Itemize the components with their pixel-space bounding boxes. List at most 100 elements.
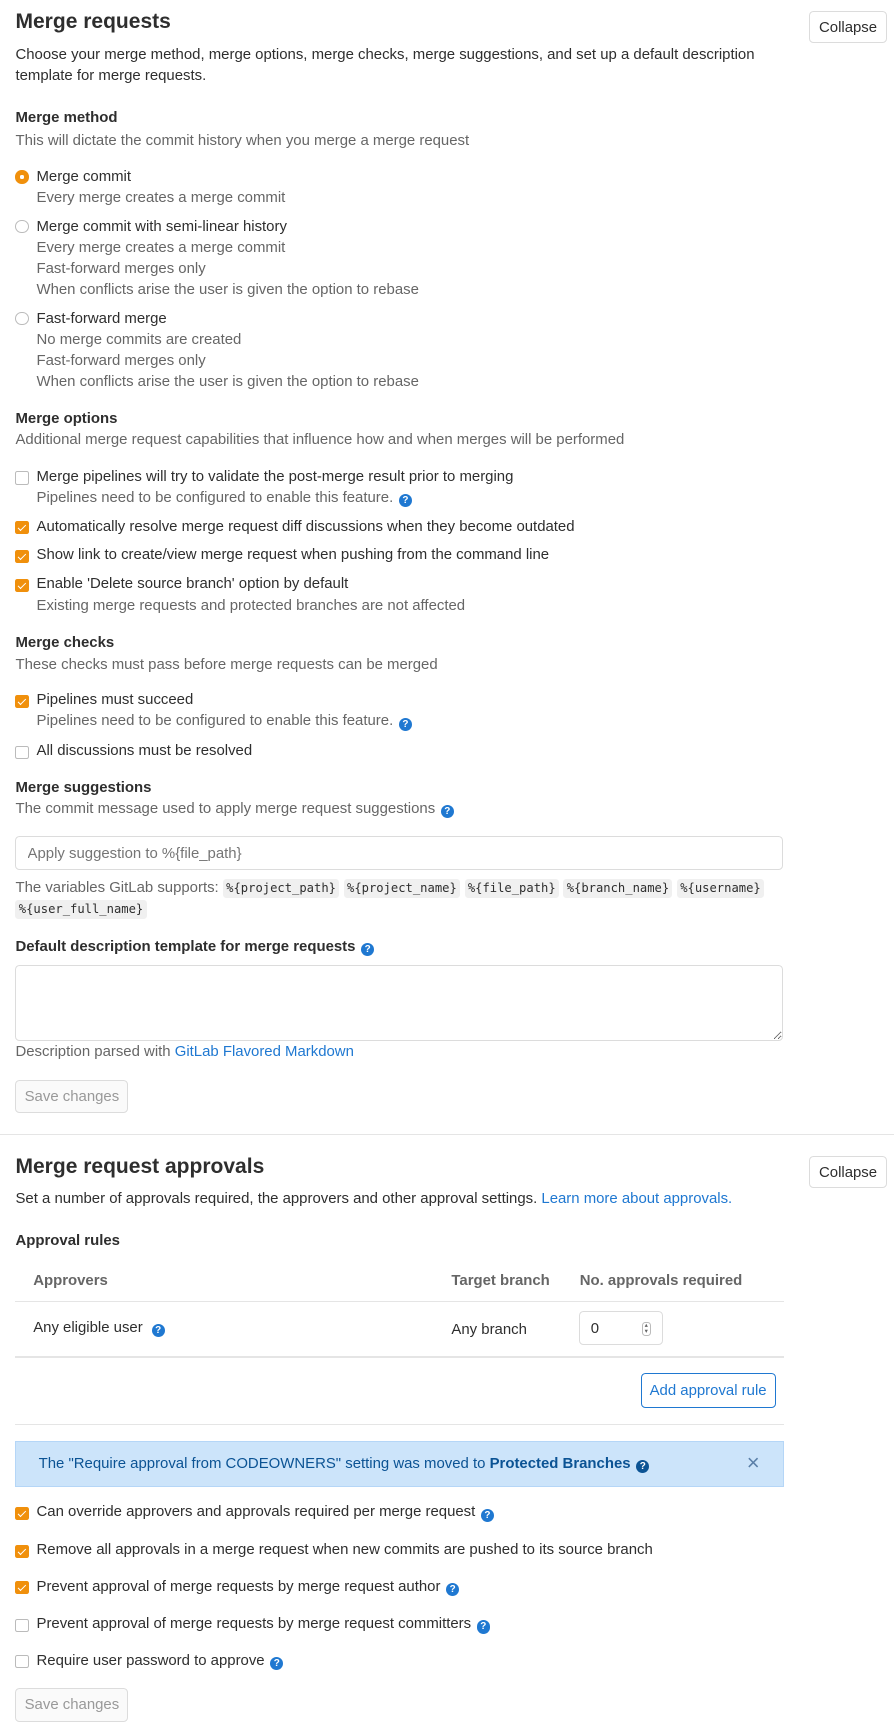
collapse-button[interactable]: Collapse: [808, 1156, 888, 1189]
checkbox-pipelines-succeed[interactable]: [15, 694, 29, 709]
approvals-required-value[interactable]: 0: [591, 1319, 599, 1339]
checkbox-auto-resolve[interactable]: [15, 521, 29, 535]
help-icon[interactable]: ?: [270, 1656, 284, 1671]
approval-rules-title: Approval rules: [15, 1232, 120, 1250]
radio-detail: No merge commits are created: [36, 330, 242, 348]
variables-label: The variables GitLab supports:: [15, 879, 219, 897]
add-approval-rule-button[interactable]: Add approval rule: [640, 1373, 776, 1409]
variables-help: The variables GitLab supports: %{project…: [15, 878, 768, 899]
section-title: Merge request approvals: [15, 1154, 265, 1178]
checkbox-label[interactable]: All discussions must be resolved: [37, 741, 253, 761]
radio-detail: Fast-forward merges only: [36, 259, 206, 277]
close-icon[interactable]: ×: [747, 1451, 760, 1473]
checkbox-discussions-resolved[interactable]: [15, 745, 29, 759]
variable-code: %{file_path}: [464, 879, 559, 898]
merge-checks-subtitle: These checks must pass before merge requ…: [15, 655, 438, 673]
radio-merge-commit[interactable]: [15, 170, 29, 184]
help-icon[interactable]: ?: [440, 804, 454, 819]
checkbox-delete-source-branch[interactable]: [15, 578, 29, 592]
radio-detail: When conflicts arise the user is given t…: [36, 372, 419, 390]
table-row-approvers: Any eligible user?: [33, 1318, 165, 1338]
collapse-button[interactable]: Collapse: [808, 11, 888, 44]
help-icon[interactable]: ?: [151, 1323, 165, 1338]
checkbox-label: Require user password to approve?: [37, 1651, 284, 1671]
checkbox-label: Prevent approval of merge requests by me…: [37, 1577, 460, 1597]
help-icon[interactable]: ?: [476, 1620, 490, 1634]
checkbox-remove-approvals[interactable]: [15, 1544, 29, 1558]
template-title-text: Default description template for merge r…: [15, 938, 356, 956]
radio-label[interactable]: Merge commit: [37, 167, 132, 187]
checkbox-label-text[interactable]: Can override approvers and approvals req…: [37, 1503, 476, 1520]
help-icon[interactable]: ?: [480, 1508, 495, 1522]
radio-semi-linear[interactable]: [15, 220, 29, 234]
markdown-link[interactable]: GitLab Flavored Markdown: [175, 1043, 354, 1060]
checkbox-label[interactable]: Pipelines must succeed: [37, 690, 194, 710]
checkbox-help: Pipelines need to be configured to enabl…: [37, 711, 413, 731]
stepper-arrows-icon[interactable]: ▴ ▾: [642, 1322, 651, 1337]
section-description: template for merge requests.: [15, 67, 207, 85]
radio-detail: Fast-forward merges only: [36, 351, 206, 369]
table-header-approvals-required: No. approvals required: [579, 1272, 743, 1290]
checkbox-merge-pipelines[interactable]: [15, 471, 29, 485]
checkbox-label[interactable]: Enable 'Delete source branch' option by …: [37, 574, 349, 594]
template-textarea[interactable]: [15, 964, 784, 1042]
checkbox-require-password[interactable]: [15, 1655, 29, 1669]
save-changes-button[interactable]: Save changes: [15, 1688, 129, 1722]
checkbox-label[interactable]: Show link to create/view merge request w…: [37, 545, 550, 565]
help-icon[interactable]: ?: [360, 943, 375, 957]
approvals-required-stepper[interactable]: 0 ▴ ▾: [578, 1311, 663, 1346]
radio-detail: Every merge creates a merge commit: [36, 238, 286, 256]
merge-suggestions-subtitle: The commit message used to apply merge r…: [15, 799, 454, 819]
help-icon[interactable]: ?: [636, 1459, 650, 1474]
save-changes-button[interactable]: Save changes: [15, 1079, 129, 1114]
section-divider: [0, 1134, 894, 1136]
checkbox-show-link[interactable]: [15, 549, 29, 564]
radio-detail: When conflicts arise the user is given t…: [36, 280, 419, 298]
help-text: Pipelines need to be configured to enabl…: [36, 712, 394, 730]
help-text: Pipelines need to be configured to enabl…: [36, 488, 394, 506]
section-description: Set a number of approvals required, the …: [15, 1189, 732, 1209]
template-title: Default description template for merge r…: [15, 937, 375, 957]
alert-message: The "Require approval from CODEOWNERS" s…: [39, 1454, 650, 1474]
radio-label[interactable]: Fast-forward merge: [37, 309, 167, 329]
table-header-approvers: Approvers: [33, 1272, 108, 1290]
checkbox-label[interactable]: Remove all approvals in a merge request …: [37, 1540, 653, 1560]
subtitle-text: The commit message used to apply merge r…: [15, 799, 436, 817]
description-text: Set a number of approvals required, the …: [15, 1190, 538, 1208]
learn-more-link[interactable]: Learn more about approvals.: [541, 1190, 732, 1207]
merge-checks-title: Merge checks: [15, 633, 115, 651]
section-description: Choose your merge method, merge options,…: [15, 46, 755, 64]
variable-code: %{project_name}: [343, 879, 461, 898]
suggestion-message-input[interactable]: [15, 836, 784, 870]
checkbox-prevent-author[interactable]: [15, 1581, 29, 1595]
codeowners-alert: The "Require approval from CODEOWNERS" s…: [15, 1440, 785, 1487]
section-divider: [15, 1423, 785, 1426]
checkbox-label: Can override approvers and approvals req…: [37, 1502, 495, 1522]
radio-detail: Every merge creates a merge commit: [36, 189, 286, 207]
merge-options-title: Merge options: [15, 410, 118, 428]
table-divider: [15, 1356, 785, 1358]
help-icon[interactable]: ?: [398, 494, 413, 508]
checkbox-label: Prevent approval of merge requests by me…: [37, 1614, 490, 1634]
table-divider: [15, 1301, 785, 1303]
checkbox-label-text[interactable]: Prevent approval of merge requests by me…: [37, 1578, 441, 1595]
help-icon[interactable]: ?: [398, 717, 413, 731]
variable-code: %{username}: [676, 879, 765, 898]
alert-text: The "Require approval from CODEOWNERS" s…: [38, 1454, 486, 1472]
variable-code: %{branch_name}: [563, 879, 673, 898]
radio-fast-forward[interactable]: [15, 312, 29, 326]
help-icon[interactable]: ?: [445, 1582, 460, 1596]
table-row-target-branch: Any branch: [451, 1320, 527, 1338]
approvers-text: Any eligible user: [33, 1318, 143, 1336]
merge-method-title: Merge method: [15, 109, 118, 127]
checkbox-can-override[interactable]: [15, 1506, 29, 1521]
checkbox-label[interactable]: Automatically resolve merge request diff…: [37, 517, 575, 537]
checkbox-label-text[interactable]: Require user password to approve: [37, 1652, 265, 1669]
merge-suggestions-title: Merge suggestions: [15, 778, 152, 796]
checkbox-label[interactable]: Merge pipelines will try to validate the…: [37, 467, 514, 487]
settings-page: Merge requests Collapse Choose your merg…: [0, 0, 894, 1735]
radio-label[interactable]: Merge commit with semi-linear history: [37, 217, 287, 237]
checkbox-label-text[interactable]: Prevent approval of merge requests by me…: [37, 1615, 472, 1632]
checkbox-prevent-committers[interactable]: [15, 1618, 29, 1632]
protected-branches-link[interactable]: Protected Branches: [490, 1455, 631, 1472]
